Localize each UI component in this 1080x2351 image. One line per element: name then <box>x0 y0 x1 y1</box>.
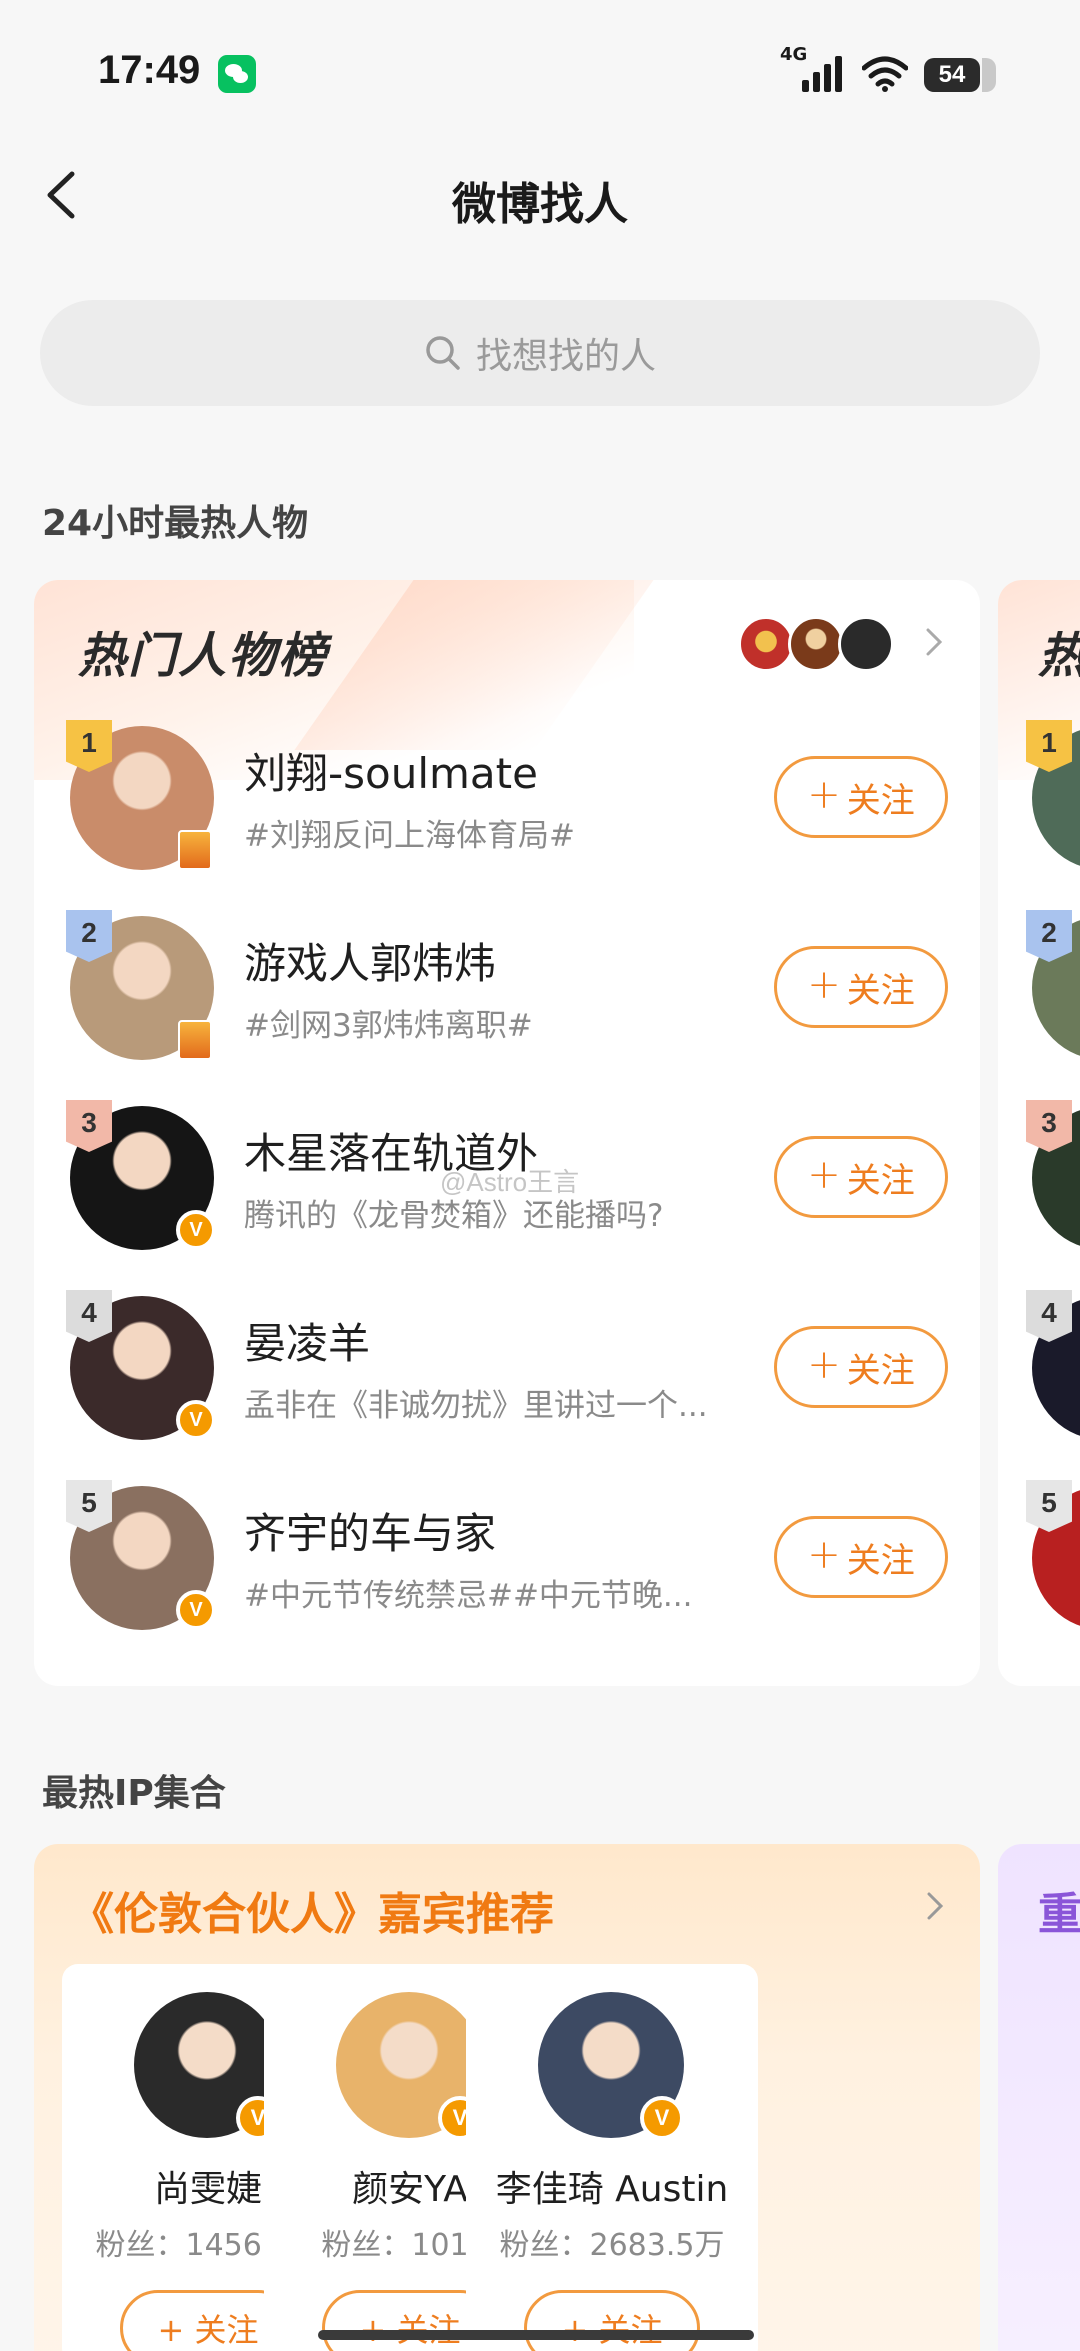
vip-badge-icon <box>178 1020 212 1060</box>
mini-avatar <box>738 616 794 672</box>
follow-label: 关注 <box>846 970 915 1011</box>
section-title-ip: 最热IP集合 <box>42 1773 226 1814</box>
watermark: @Astro王言 <box>440 1167 580 1197</box>
search-icon <box>426 336 460 370</box>
chevron-right-icon[interactable] <box>922 624 946 660</box>
follow-button[interactable]: + 关注 <box>524 2290 700 2351</box>
page-title: 微博找人 <box>452 179 628 230</box>
plus-icon: + <box>807 1152 841 1198</box>
wechat-notification-icon <box>218 55 256 93</box>
battery-icon: 54 <box>924 58 996 92</box>
mini-avatar <box>838 616 894 672</box>
vip-badge-icon <box>178 830 212 870</box>
rank-badge: 3 <box>1026 1100 1072 1152</box>
rank-badge: 3 <box>66 1100 112 1152</box>
person-hot-topic[interactable]: #刘翔反问上海体育局# <box>244 810 764 855</box>
next-ip-card-title: 重 <box>1038 1889 1080 1940</box>
status-bar: 17:49 4G 54 <box>0 0 1080 150</box>
cellular-signal-icon: 4G <box>780 44 842 92</box>
plus-icon: + <box>807 1342 841 1388</box>
follow-button[interactable]: + 关注 <box>774 1136 948 1218</box>
follow-label: 关注 <box>846 1540 915 1581</box>
battery-level: 54 <box>938 61 966 88</box>
hot-person-row[interactable]: 2 游戏人郭炜炜 #剑网3郭炜炜离职# + 关注 <box>34 910 980 1066</box>
person-name[interactable]: 刘翔-soulmate <box>244 740 538 801</box>
wifi-icon <box>862 56 908 92</box>
network-type-label: 4G <box>780 44 808 65</box>
person-name[interactable]: 齐宇的车与家 <box>244 1500 496 1561</box>
person-name[interactable]: 游戏人郭炜炜 <box>244 930 496 991</box>
home-indicator[interactable] <box>318 2330 754 2340</box>
plus-icon: + <box>807 962 841 1008</box>
plus-icon: + <box>807 1532 841 1578</box>
next-card-title: 热 <box>1038 616 1080 686</box>
rank-badge: 1 <box>1026 720 1072 772</box>
ip-collection-card: 《伦敦合伙人》嘉宾推荐 V 尚雯婕 粉丝：1456.5万 + 关注 V 颜安YA… <box>34 1844 980 2351</box>
rank-badge: 4 <box>1026 1290 1072 1342</box>
status-icons: 4G 54 <box>780 44 996 92</box>
chevron-right-icon[interactable] <box>924 1888 946 1924</box>
search-input[interactable]: 找想找的人 <box>40 300 1040 406</box>
guest-fan-count: 粉丝：2683.5万 <box>499 2228 725 2263</box>
follow-button[interactable]: + 关注 <box>774 946 948 1028</box>
hot-person-row[interactable]: 4 V 晏凌羊 孟非在《非诚勿扰》里讲过一个... + 关注 <box>34 1290 980 1446</box>
ip-card-title[interactable]: 《伦敦合伙人》嘉宾推荐 <box>70 1878 554 1942</box>
hot-person-row[interactable]: 5 V 齐宇的车与家 #中元节传统禁忌##中元节晚... + 关注 <box>34 1480 980 1636</box>
follow-button[interactable]: + 关注 <box>774 756 948 838</box>
status-time: 17:49 <box>98 48 201 92</box>
mini-avatar <box>788 616 844 672</box>
plus-icon: + <box>807 772 841 818</box>
rank-badge: 5 <box>66 1480 112 1532</box>
guest-card[interactable]: V 李佳琦 Austin 粉丝：2683.5万 + 关注 <box>466 1964 758 2351</box>
section-title-hot-people: 24小时最热人物 <box>42 503 309 544</box>
hot-people-card: 热门人物榜 1 刘翔-soulmate #刘翔反问上海体育局# + 关注 2 游… <box>34 580 980 1686</box>
verified-badge-icon: V <box>176 1590 216 1630</box>
rank-badge: 2 <box>1026 910 1072 962</box>
ip-collection-card-next[interactable]: 重 <box>998 1844 1080 2351</box>
search-placeholder: 找想找的人 <box>475 336 656 377</box>
person-name[interactable]: 晏凌羊 <box>244 1310 370 1371</box>
verified-badge-icon: V <box>640 2096 684 2140</box>
follow-button[interactable]: + 关注 <box>774 1326 948 1408</box>
rank-badge: 2 <box>66 910 112 962</box>
follow-button[interactable]: + 关注 <box>774 1516 948 1598</box>
hot-people-preview-avatars[interactable] <box>738 616 938 672</box>
verified-badge-icon: V <box>176 1210 216 1250</box>
hot-people-card-title[interactable]: 热门人物榜 <box>78 616 328 686</box>
person-hot-topic[interactable]: 孟非在《非诚勿扰》里讲过一个... <box>244 1380 764 1425</box>
nav-bar: 微博找人 <box>0 150 1080 240</box>
verified-badge-icon: V <box>176 1400 216 1440</box>
hot-people-card-next[interactable]: 热 1 2 3 4 5 <box>998 580 1080 1686</box>
rank-badge: 1 <box>66 720 112 772</box>
guest-name[interactable]: 李佳琦 Austin <box>466 2160 758 2212</box>
rank-badge: 4 <box>66 1290 112 1342</box>
rank-badge: 5 <box>1026 1480 1072 1532</box>
follow-label: 关注 <box>846 780 915 821</box>
follow-label: 关注 <box>846 1160 915 1201</box>
person-hot-topic[interactable]: #剑网3郭炜炜离职# <box>244 1000 764 1045</box>
follow-label: 关注 <box>846 1350 915 1391</box>
person-hot-topic[interactable]: #中元节传统禁忌##中元节晚... <box>244 1570 764 1615</box>
hot-person-row[interactable]: 1 刘翔-soulmate #刘翔反问上海体育局# + 关注 <box>34 720 980 876</box>
